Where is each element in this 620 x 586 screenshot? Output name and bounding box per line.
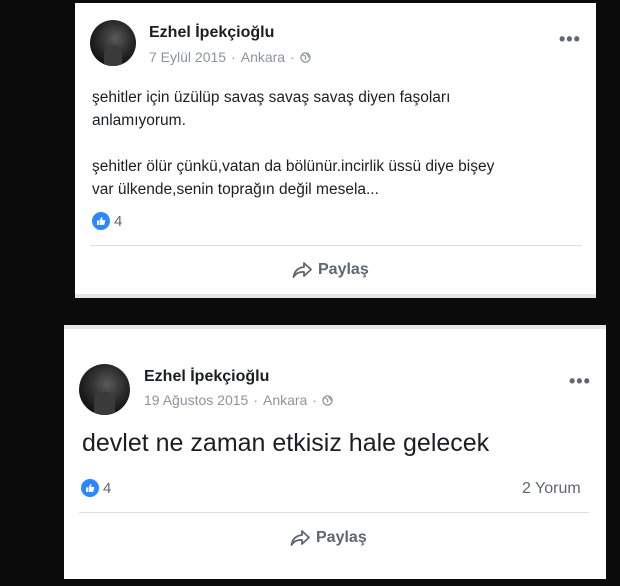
meta-separator: · (290, 49, 295, 65)
post-paragraph: şehitler için üzülüp savaş savaş savaş d… (92, 89, 451, 129)
avatar[interactable] (79, 364, 130, 415)
meta-separator: · (253, 392, 258, 408)
more-options-icon[interactable]: ••• (569, 371, 591, 392)
avatar[interactable] (90, 20, 136, 66)
meta-separator: · (312, 392, 318, 408)
author-name[interactable]: Ezhel İpekçioğlu (144, 368, 269, 386)
comments-count[interactable]: 2 Yorum (522, 480, 581, 498)
like-icon (92, 212, 110, 230)
meta-separator: · (231, 49, 236, 65)
post-card-1: Ezhel İpekçioğlu 7 Eylül 2015 · Ankara ·… (75, 3, 596, 298)
share-label: Paylaş (318, 261, 369, 278)
post-location[interactable]: Ankara (241, 49, 285, 65)
more-options-icon[interactable]: ••• (559, 29, 581, 50)
post-text: şehitler için üzülüp savaş savaş savaş d… (92, 86, 512, 201)
divider (90, 245, 582, 246)
post-meta: 19 Ağustos 2015 · Ankara · (144, 392, 333, 408)
reaction-count: 4 (103, 479, 112, 497)
like-icon (81, 479, 99, 497)
share-label: Paylaş (316, 529, 367, 546)
reaction-count: 4 (114, 212, 123, 230)
divider (79, 512, 589, 513)
share-icon (290, 530, 310, 546)
post-date[interactable]: 7 Eylül 2015 (149, 49, 226, 65)
globe-icon (300, 51, 311, 63)
reactions-summary[interactable]: 4 (81, 479, 111, 497)
reactions-summary[interactable]: 4 (92, 212, 122, 230)
share-button[interactable]: Paylaş (292, 261, 369, 279)
globe-icon (322, 394, 333, 406)
post-paragraph: şehitler ölür çünkü,vatan da bölünür.inc… (92, 158, 495, 198)
post-date[interactable]: 19 Ağustos 2015 (144, 392, 248, 408)
post-location[interactable]: Ankara (263, 392, 307, 408)
share-icon (292, 262, 312, 278)
post-meta: 7 Eylül 2015 · Ankara · (149, 49, 311, 65)
share-button[interactable]: Paylaş (290, 529, 367, 547)
post-text: devlet ne zaman etkisiz hale gelecek (82, 429, 490, 457)
author-name[interactable]: Ezhel İpekçioğlu (149, 24, 274, 42)
post-card-2: Ezhel İpekçioğlu 19 Ağustos 2015 · Ankar… (64, 325, 606, 579)
